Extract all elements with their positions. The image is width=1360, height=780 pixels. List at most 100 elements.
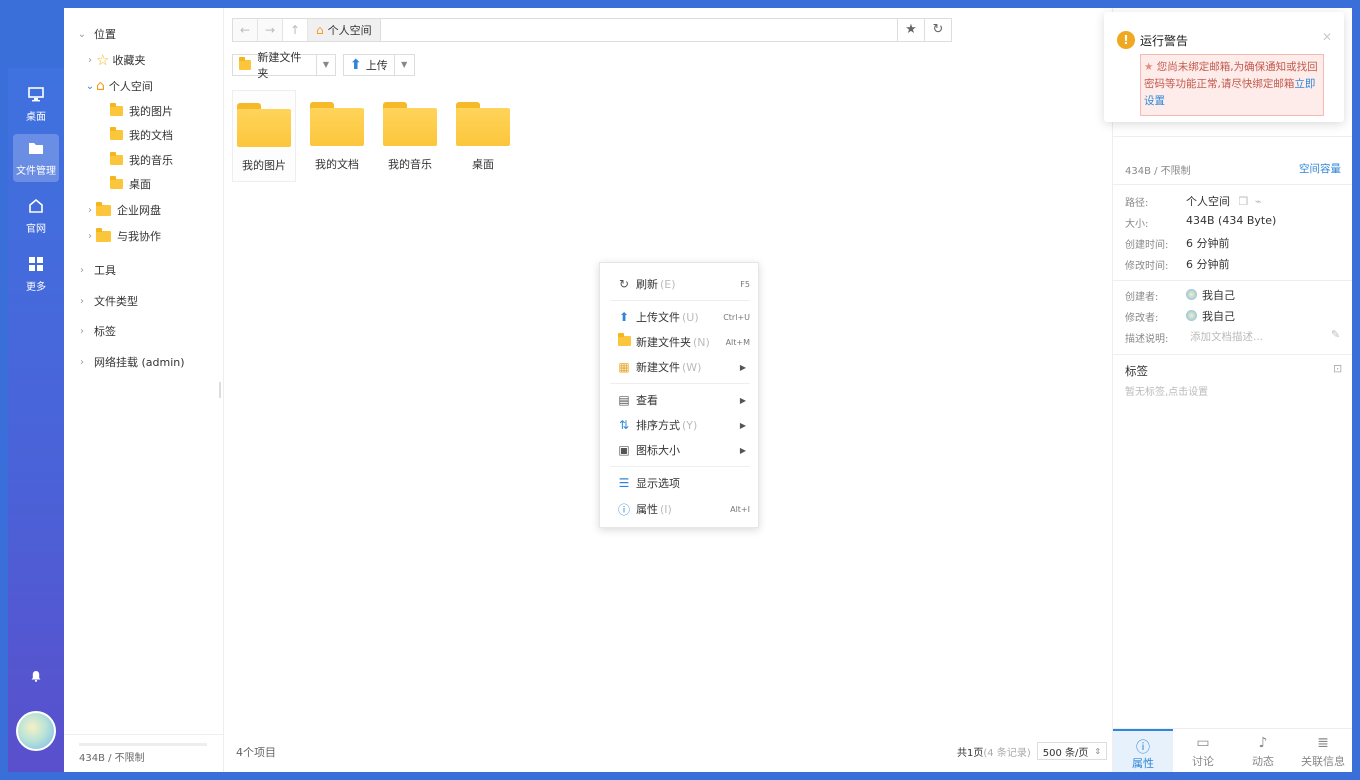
menu-item-new-folder[interactable]: 新建文件夹 (N) Alt+M — [600, 331, 760, 353]
menu-item-display-options[interactable]: ☰ 显示选项 — [600, 472, 760, 494]
menu-item-sort[interactable]: ⇅ 排序方式 (Y) ▶ — [600, 414, 760, 436]
menu-hotkey: (E) — [660, 277, 676, 291]
tree-item-tools[interactable]: › 工具 — [76, 260, 116, 280]
tree-label: 位置 — [94, 28, 116, 41]
new-folder-button[interactable]: 新建文件夹 ▼ — [232, 51, 336, 80]
close-icon[interactable]: ✕ — [1322, 30, 1332, 44]
favorite-button[interactable]: ★ — [897, 19, 924, 41]
record-count: (4 条记录) — [983, 747, 1031, 759]
menu-label: 新建文件 — [636, 361, 680, 374]
description-input[interactable]: 添加文档描述... — [1190, 329, 1263, 344]
modifier-value: 我自己 — [1186, 308, 1235, 324]
rail-item-desktop[interactable]: 桌面 — [13, 80, 59, 128]
breadcrumb[interactable]: ⌂ 个人空间 — [308, 19, 381, 41]
folder-icon — [110, 152, 123, 165]
storage-bar — [79, 743, 207, 746]
folder-icon — [110, 176, 123, 189]
menu-item-icon-size[interactable]: ▣ 图标大小 ▶ — [600, 439, 760, 461]
folder-icon — [110, 103, 123, 116]
edit-icon[interactable]: ✎ — [1331, 328, 1340, 341]
folder-item[interactable]: 我的文档 — [305, 90, 369, 182]
notification-message: ★ 您尚未绑定邮箱,为确保通知或找回密码等功能正常,请尽快绑定邮箱立即设置 — [1140, 54, 1324, 116]
bookmark-icon[interactable]: ⊡ — [1333, 362, 1342, 375]
tree-item-network-mount[interactable]: › 网络挂载 (admin) — [76, 352, 185, 372]
per-page-select[interactable]: 500 条/页 ⇕ — [1036, 742, 1108, 760]
link-icon[interactable]: ⌁ — [1255, 195, 1262, 208]
tree-item-file-types[interactable]: › 文件类型 — [76, 291, 138, 311]
tree-item-my-pictures[interactable]: 我的图片 — [110, 101, 173, 121]
tree-item-shared[interactable]: › 与我协作 — [84, 226, 161, 246]
tree-label: 我的图片 — [129, 105, 173, 118]
tab-activity[interactable]: ♪ 动态 — [1233, 729, 1293, 772]
tree-item-location[interactable]: ⌄ 位置 — [76, 24, 116, 44]
tree-label: 文件类型 — [94, 295, 138, 308]
grid-icon — [27, 255, 45, 275]
tab-discussion[interactable]: ▭ 讨论 — [1173, 729, 1233, 772]
folder-tree: ⌄ 位置 › ☆ 收藏夹 ⌄ ⌂ 个人空间 我的图片 我的文档 我的音乐 桌面 — [64, 8, 224, 772]
rail-label: 桌面 — [26, 112, 46, 123]
path-input[interactable] — [380, 19, 897, 41]
menu-label: 新建文件夹 — [636, 336, 691, 349]
menu-item-upload[interactable]: ⬆ 上传文件 (U) Ctrl+U — [600, 306, 760, 328]
tree-label: 桌面 — [129, 178, 151, 191]
tree-item-enterprise[interactable]: › 企业网盘 — [84, 200, 161, 220]
bell-icon[interactable] — [26, 670, 46, 690]
chevron-right-icon: › — [80, 295, 84, 307]
desc-label: 描述说明: — [1125, 334, 1169, 345]
breadcrumb-label: 个人空间 — [327, 24, 372, 37]
star-icon: ☆ — [96, 51, 110, 69]
creator-name: 我自己 — [1202, 289, 1235, 302]
forward-button[interactable]: → — [258, 19, 283, 41]
divider — [1113, 184, 1352, 185]
tab-label: 属性 — [1132, 757, 1154, 770]
menu-hotkey: (W) — [682, 360, 702, 374]
submenu-arrow-icon: ▶ — [739, 362, 746, 372]
tree-item-favorites[interactable]: › ☆ 收藏夹 — [84, 50, 145, 70]
back-button[interactable]: ← — [233, 19, 258, 41]
enterprise-folder-icon — [96, 201, 111, 216]
folder-name: 我的音乐 — [388, 158, 432, 171]
chevron-right-icon: › — [80, 264, 84, 276]
tab-related[interactable]: ≣ 关联信息 — [1293, 729, 1352, 772]
tree-item-desktop[interactable]: 桌面 — [110, 174, 151, 194]
refresh-button[interactable]: ↻ — [924, 19, 951, 41]
rail-item-more[interactable]: 更多 — [13, 250, 59, 298]
tab-label: 动态 — [1252, 755, 1274, 768]
panel-splitter[interactable] — [219, 382, 221, 398]
chevron-right-icon: › — [80, 356, 84, 368]
copy-icon[interactable]: ❐ — [1239, 195, 1249, 208]
item-count: 4个项目 — [236, 746, 276, 759]
rail-label: 更多 — [26, 282, 46, 293]
chevron-down-icon[interactable]: ▼ — [315, 55, 335, 75]
tab-properties[interactable]: ⓘ 属性 — [1113, 729, 1173, 772]
folder-item[interactable]: 桌面 — [451, 90, 515, 182]
user-avatar[interactable] — [16, 711, 56, 751]
tree-label: 企业网盘 — [117, 204, 161, 217]
folder-name: 我的文档 — [315, 158, 359, 171]
chevron-down-icon[interactable]: ▼ — [393, 55, 414, 75]
app-rail: 桌面 文件管理 官网 更多 — [8, 8, 64, 772]
tags-empty-link[interactable]: 暂无标签,点击设置 — [1125, 383, 1208, 398]
rail-item-website[interactable]: 官网 — [13, 192, 59, 240]
rail-item-file-manager[interactable]: 文件管理 — [13, 134, 59, 182]
up-button[interactable]: ↑ — [283, 19, 308, 41]
sort-icon: ⇅ — [618, 418, 630, 432]
notification-text: 您尚未绑定邮箱,为确保通知或找回密码等功能正常,请尽快绑定邮箱 — [1144, 61, 1318, 90]
menu-item-properties[interactable]: ⓘ 属性 (I) Alt+I — [600, 498, 760, 520]
menu-item-refresh[interactable]: ↻ 刷新 (E) F5 — [600, 273, 760, 295]
tree-label: 网络挂载 (admin) — [94, 356, 185, 369]
folder-item[interactable]: 我的音乐 — [378, 90, 442, 182]
tree-item-personal-space[interactable]: ⌄ ⌂ 个人空间 — [84, 76, 153, 96]
tree-item-my-documents[interactable]: 我的文档 — [110, 125, 173, 145]
tree-item-tags[interactable]: › 标签 — [76, 321, 116, 341]
tree-label: 收藏夹 — [112, 54, 146, 67]
menu-item-view[interactable]: ▤ 查看 ▶ — [600, 389, 760, 411]
folder-item[interactable]: 我的图片 — [232, 90, 296, 182]
capacity-link[interactable]: 空间容量 — [1299, 161, 1341, 176]
menu-item-new-file[interactable]: ▦ 新建文件 (W) ▶ — [600, 356, 760, 378]
submenu-arrow-icon: ▶ — [739, 395, 746, 405]
upload-button[interactable]: ⬆ 上传 ▼ — [343, 54, 415, 76]
tree-item-my-music[interactable]: 我的音乐 — [110, 150, 173, 170]
menu-shortcut: Alt+I — [730, 504, 750, 514]
home-icon — [27, 197, 45, 217]
